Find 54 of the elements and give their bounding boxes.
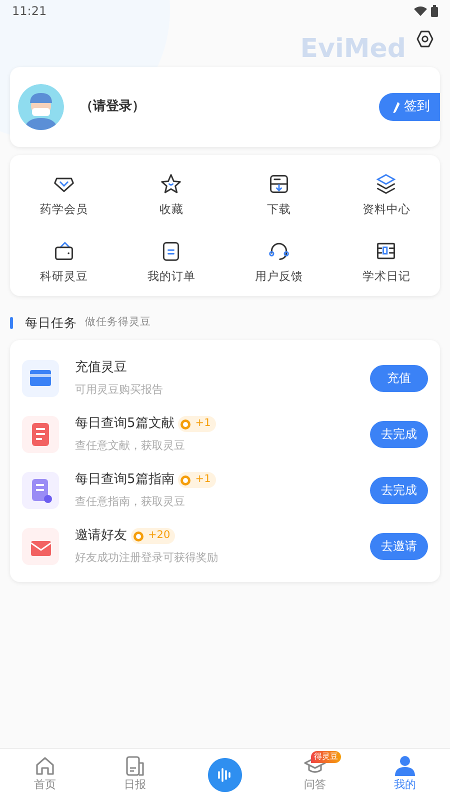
newspaper-icon: [124, 755, 146, 778]
task-title: 每日查询5篇指南: [75, 471, 174, 490]
section-title: 每日任务: [25, 314, 77, 332]
shortcut-item[interactable]: 收藏: [118, 173, 225, 218]
task-description: 查任意指南，获取灵豆: [75, 494, 186, 510]
shortcut-item[interactable]: 下载: [225, 173, 332, 218]
star-icon: [160, 173, 182, 195]
reward-badge: +1: [178, 472, 216, 488]
document-icon: [22, 416, 59, 453]
guide-icon: [22, 472, 59, 509]
task-button[interactable]: 去完成: [370, 420, 428, 448]
task-description: 可用灵豆购买报告: [75, 382, 164, 398]
shortcut-item[interactable]: 用户反馈: [225, 240, 332, 286]
checkin-button[interactable]: 签到: [379, 93, 440, 121]
person-icon: [394, 755, 416, 778]
shortcut-item[interactable]: 药学会员: [10, 173, 118, 218]
card-icon: [22, 360, 59, 397]
task-description: 查任意文献，获取灵豆: [75, 438, 186, 454]
layers-icon: [375, 173, 398, 195]
login-prompt[interactable]: （请登录）: [80, 97, 379, 117]
wifi-icon: [414, 6, 427, 16]
envelope-icon: [22, 528, 59, 565]
task-title: 充值灵豆: [75, 359, 127, 378]
coin-icon: [133, 530, 144, 542]
task-button[interactable]: 充值: [370, 364, 428, 392]
shortcut-item[interactable]: 资料中心: [332, 173, 440, 218]
coin-icon: [180, 418, 192, 430]
shortcut-item[interactable]: 科研灵豆: [10, 240, 118, 286]
task-title: 每日查询5篇文献: [75, 415, 174, 434]
tab-item[interactable]: 首页: [0, 749, 90, 800]
badge-label: 得灵豆: [311, 751, 341, 763]
tab-item[interactable]: 日报: [90, 749, 180, 800]
shortcut-item[interactable]: 我的订单: [118, 240, 225, 286]
shortcut-item[interactable]: 学术日记: [332, 240, 440, 286]
section-subtitle: 做任务得灵豆: [85, 315, 151, 330]
task-button[interactable]: 去邀请: [370, 532, 428, 560]
tab-item[interactable]: 我的: [360, 749, 450, 800]
wallet-icon: [52, 240, 75, 262]
pencil-icon: [393, 102, 400, 112]
tab-item[interactable]: 得灵豆 问答: [270, 749, 360, 800]
headset-icon: [268, 240, 290, 262]
task-button[interactable]: 去完成: [370, 476, 428, 504]
coin-icon: [180, 474, 192, 486]
battery-icon: [431, 5, 438, 17]
reward-badge: +1: [178, 416, 216, 432]
settings-icon[interactable]: [416, 30, 434, 48]
task-description: 好友成功注册登录可获得奖励: [75, 550, 219, 566]
reward-badge: +20: [131, 528, 176, 544]
home-icon: [34, 755, 56, 778]
avatar: [18, 84, 64, 130]
status-time: 11:21: [12, 3, 47, 20]
task-title: 邀请好友: [75, 527, 127, 546]
download-icon: [268, 173, 290, 195]
sound-wave-icon: [208, 758, 242, 792]
